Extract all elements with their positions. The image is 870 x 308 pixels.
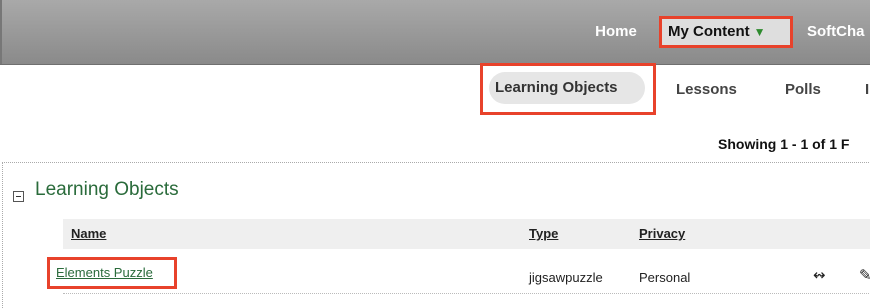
column-header-name[interactable]: Name	[71, 226, 106, 241]
top-navigation-bar: Home My Content ▼ SoftCha	[0, 0, 870, 65]
tab-learning-objects[interactable]: Learning Objects	[489, 72, 645, 104]
collapse-minus-icon[interactable]	[13, 191, 24, 202]
tab-more[interactable]: I	[865, 74, 869, 106]
nav-my-content[interactable]: My Content ▼	[659, 16, 793, 48]
table-header: Name Type Privacy	[63, 219, 870, 249]
tab-polls[interactable]: Polls	[785, 74, 821, 106]
results-count: Showing 1 - 1 of 1 F	[718, 136, 850, 152]
subtab-learning-objects-highlight: Learning Objects	[480, 63, 656, 115]
nav-my-content-label: My Content	[668, 23, 750, 40]
section-title: Learning Objects	[35, 179, 179, 200]
left-edge-divider	[0, 0, 2, 64]
item-name-link[interactable]: Elements Puzzle	[56, 265, 153, 280]
tab-lessons[interactable]: Lessons	[676, 74, 737, 106]
column-header-type[interactable]: Type	[529, 226, 558, 241]
learning-objects-panel: Learning Objects Name Type Privacy Eleme…	[2, 162, 870, 308]
column-header-privacy[interactable]: Privacy	[639, 226, 685, 241]
table-row: Elements Puzzle jigsawpuzzle Personal ↭ …	[47, 253, 870, 294]
item-type: jigsawpuzzle	[529, 270, 603, 285]
pencil-edit-icon[interactable]: ✎	[859, 266, 870, 284]
item-privacy: Personal	[639, 270, 691, 285]
dropdown-triangle-icon: ▼	[753, 25, 766, 39]
nav-home[interactable]: Home	[583, 16, 649, 48]
name-highlight: Elements Puzzle	[47, 257, 177, 289]
nav-softchalk[interactable]: SoftCha	[807, 16, 865, 48]
share-arrows-icon[interactable]: ↭	[813, 266, 826, 284]
